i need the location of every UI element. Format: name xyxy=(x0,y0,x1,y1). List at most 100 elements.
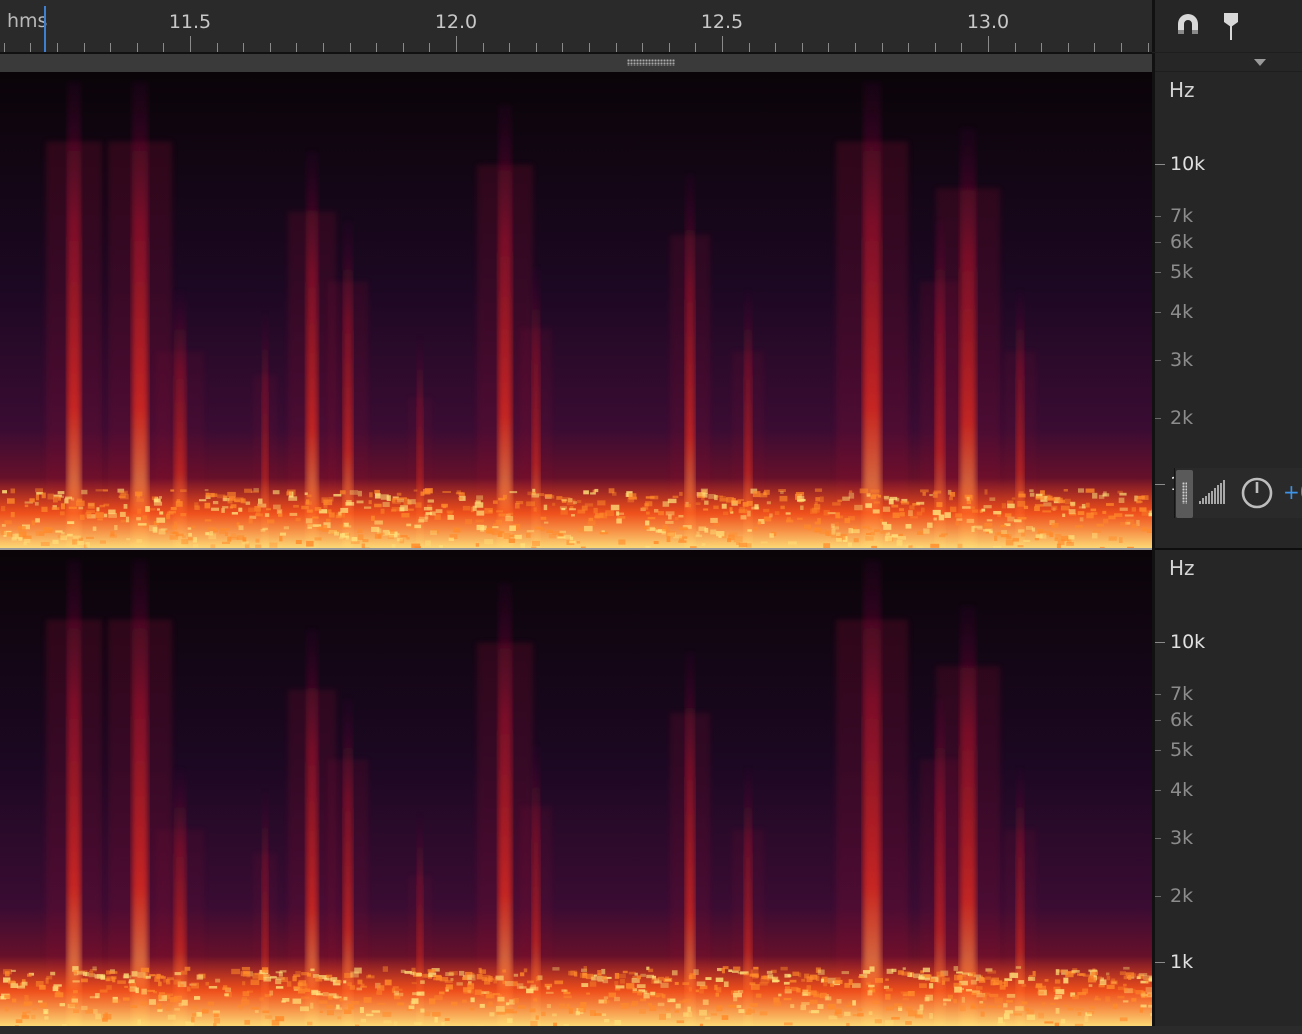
spectral-speck xyxy=(316,993,323,996)
spectral-speck xyxy=(819,496,824,503)
spectral-speck xyxy=(126,538,131,541)
spectral-speck xyxy=(149,508,156,511)
spectral-speck xyxy=(733,536,743,543)
spectral-speck xyxy=(867,990,873,996)
gain-readout[interactable]: +0 xyxy=(1283,480,1302,504)
spectral-speck xyxy=(411,982,417,985)
spectral-speck xyxy=(103,503,110,507)
spectral-speck xyxy=(38,1000,43,1003)
spectral-speck xyxy=(24,995,29,1001)
spectral-speck xyxy=(350,541,360,545)
spectral-speck xyxy=(984,489,988,495)
frequency-scale-channel-2[interactable]: Hz 10k 7k 6k 5k 4k 3k 2k 1k xyxy=(1155,550,1302,1026)
ruler-minor-tick xyxy=(935,43,936,52)
spectral-speck xyxy=(508,538,516,543)
spectral-speck xyxy=(328,496,334,502)
spectral-speck xyxy=(1021,1001,1028,1005)
scale-tick xyxy=(1155,642,1165,643)
spectral-speck xyxy=(666,997,670,1001)
spectrogram-channel-2[interactable] xyxy=(0,550,1152,1026)
spectral-speck xyxy=(658,511,664,516)
overview-scrollbar[interactable] xyxy=(0,53,1152,73)
spectral-speck xyxy=(480,526,485,532)
spectral-speck xyxy=(695,502,701,506)
spectral-speck xyxy=(856,1007,863,1012)
spectral-speck xyxy=(301,972,309,976)
volume-slider-handle[interactable] xyxy=(1176,470,1193,518)
marker-icon[interactable] xyxy=(1222,12,1240,42)
ruler-minor-tick xyxy=(749,43,750,52)
spectral-speck xyxy=(295,971,301,975)
spectral-speck xyxy=(543,504,548,511)
spectral-speck xyxy=(785,512,791,515)
spectral-speck xyxy=(425,540,431,547)
spectral-speck xyxy=(936,502,943,508)
spectral-speck xyxy=(266,519,275,524)
spectral-speck xyxy=(708,493,716,499)
spectral-speck xyxy=(1004,978,1013,981)
spectral-speck xyxy=(140,1001,148,1006)
spectral-speck xyxy=(343,996,348,1001)
spectral-speck xyxy=(729,532,738,537)
spectral-speck xyxy=(738,509,748,514)
magnet-icon[interactable] xyxy=(1175,12,1201,40)
spectral-speck xyxy=(969,972,976,978)
spectral-speck xyxy=(6,532,13,537)
chevron-down-icon[interactable] xyxy=(1254,59,1266,66)
spectral-speck xyxy=(643,526,648,530)
spectral-speck xyxy=(229,536,239,540)
spectral-speck xyxy=(666,531,676,537)
scroll-grip[interactable] xyxy=(627,59,675,66)
frequency-label: 2k xyxy=(1170,407,1194,429)
spectral-speck xyxy=(1075,525,1083,528)
spectral-speck xyxy=(896,539,903,546)
spectral-speck xyxy=(10,983,19,989)
scale-tick xyxy=(1155,418,1161,419)
spectral-speck xyxy=(1003,980,1009,987)
spectral-speck xyxy=(1087,1010,1095,1015)
spectral-speck xyxy=(760,977,770,984)
level-bar xyxy=(1202,498,1204,504)
spectral-speck xyxy=(548,534,557,539)
frequency-label: 3k xyxy=(1170,827,1194,849)
spectral-speck xyxy=(514,534,522,540)
spectral-speck xyxy=(374,520,383,525)
spectral-speck xyxy=(314,537,322,541)
spectral-speck xyxy=(817,969,825,975)
spectral-speck xyxy=(671,970,678,976)
power-icon[interactable] xyxy=(1240,476,1274,510)
spectral-speck xyxy=(868,1011,873,1015)
spectral-speck xyxy=(145,506,150,512)
spectral-speck xyxy=(26,1010,31,1014)
spectral-speck xyxy=(238,525,244,531)
spectral-speck xyxy=(1023,539,1031,543)
spectral-speck xyxy=(356,987,363,991)
spectral-speck xyxy=(310,989,319,994)
spectral-speck xyxy=(766,970,773,974)
spectral-speck xyxy=(344,533,351,536)
spectral-speck xyxy=(817,518,821,523)
spectral-speck xyxy=(238,507,243,512)
spectral-speck xyxy=(416,991,425,996)
time-ruler[interactable]: hms 11.5 12.0 12.5 13.0 xyxy=(0,0,1152,53)
spectral-speck xyxy=(1032,970,1036,977)
spectral-speck xyxy=(136,498,144,502)
spectral-speck xyxy=(205,532,210,536)
spectral-speck xyxy=(1071,970,1080,973)
spectral-speck xyxy=(668,514,672,520)
spectral-speck xyxy=(535,976,541,982)
spectral-speck xyxy=(159,511,164,515)
spectral-speck xyxy=(844,1011,851,1017)
spectral-speck xyxy=(546,1004,552,1009)
spectral-speck xyxy=(124,985,129,988)
ruler-minor-tick xyxy=(775,43,776,52)
spectral-speck xyxy=(306,509,313,513)
spectrogram-channel-1[interactable] xyxy=(0,72,1152,548)
spectral-speck xyxy=(59,1003,66,1007)
scale-tick xyxy=(1155,720,1161,721)
playhead[interactable] xyxy=(44,6,46,52)
spectral-speck xyxy=(642,506,649,510)
spectral-speck xyxy=(10,488,16,494)
spectral-speck xyxy=(507,512,514,516)
spectral-speck xyxy=(213,1018,221,1024)
